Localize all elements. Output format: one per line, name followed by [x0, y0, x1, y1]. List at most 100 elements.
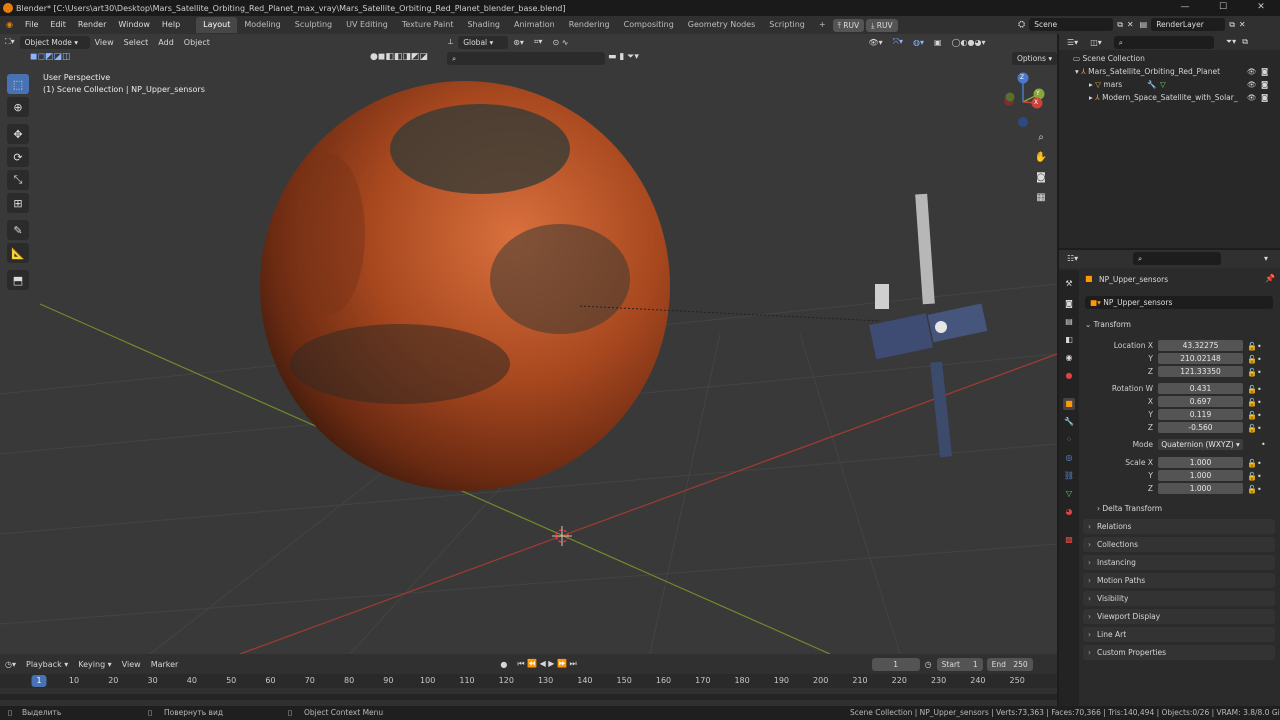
viewport-menu-add[interactable]: Add: [153, 38, 179, 47]
rotation-mode-dropdown[interactable]: Quaternion (WXYZ) ▾: [1158, 439, 1243, 450]
delete-layer-icon[interactable]: ✕: [1239, 20, 1246, 29]
rotation-y-field[interactable]: 0.119: [1158, 409, 1243, 420]
particles-tab-icon[interactable]: ⁘: [1063, 434, 1075, 446]
tab-layout[interactable]: Layout: [196, 17, 238, 33]
scale-lock-icons[interactable]: 🔓• 🔓• 🔓•: [1247, 457, 1262, 496]
timeline-menu-playback[interactable]: Playback ▾: [21, 660, 73, 669]
rotation-w-field[interactable]: 0.431: [1158, 383, 1243, 394]
rotate-tool[interactable]: ⟳: [7, 147, 29, 167]
options-dropdown[interactable]: Options ▾: [1012, 52, 1057, 65]
timeline-menu-view[interactable]: View: [117, 660, 146, 669]
annotate-tool[interactable]: ✎: [7, 220, 29, 240]
maximize-button[interactable]: ☐: [1204, 0, 1242, 16]
zoom-button[interactable]: ⌕: [1032, 128, 1050, 146]
blender-menu-icon[interactable]: ◉: [0, 16, 19, 34]
new-collection-icon[interactable]: ⧉: [1242, 37, 1248, 47]
camera-view-button[interactable]: ◙: [1032, 168, 1050, 186]
timeline-menu-marker[interactable]: Marker: [146, 660, 184, 669]
editor-type-icon[interactable]: ⛶▾: [0, 37, 20, 47]
outliner-row-mars[interactable]: ▸ ▽ mars 🔧 ▽ 👁 ◙: [1059, 78, 1280, 91]
panel-motion-paths[interactable]: Motion Paths: [1083, 573, 1275, 588]
tab-texture-paint[interactable]: Texture Paint: [395, 17, 461, 33]
physics-tab-icon[interactable]: ◎: [1063, 452, 1075, 464]
outliner-row-mars-satellite[interactable]: ▾ ⅄ Mars_Satellite_Orbiting_Red_Planet 👁…: [1059, 65, 1280, 78]
timeline-editor-icon[interactable]: ◷▾: [0, 660, 21, 669]
ruv-button-1[interactable]: ⤒ RUV: [832, 18, 865, 32]
3d-viewport[interactable]: Z Y X ⛶▾ Object Mode ▾ View Select Add O…: [0, 34, 1057, 654]
tab-modeling[interactable]: Modeling: [237, 17, 287, 33]
tab-shading[interactable]: Shading: [460, 17, 507, 33]
menu-file[interactable]: File: [19, 16, 44, 34]
material-tab-icon[interactable]: ◕: [1063, 506, 1075, 518]
panel-viewport-display[interactable]: Viewport Display: [1083, 609, 1275, 624]
display-mode-icon[interactable]: ◫▾: [1090, 38, 1102, 47]
object-name-field[interactable]: ■▾ NP_Upper_sensors: [1085, 296, 1273, 309]
outliner-row-satellite[interactable]: ▸ ⅄ Modern_Space_Satellite_with_Solar_ 👁…: [1059, 91, 1280, 104]
menu-window[interactable]: Window: [112, 16, 156, 34]
scale-tool[interactable]: ⤡: [7, 170, 29, 190]
panel-relations[interactable]: Relations: [1083, 519, 1275, 534]
render-tab-icon[interactable]: ◙: [1063, 298, 1075, 310]
rotation-x-field[interactable]: 0.697: [1158, 396, 1243, 407]
xray-icon[interactable]: ▣: [929, 38, 947, 47]
transform-tool[interactable]: ⊞: [7, 193, 29, 213]
location-z-field[interactable]: 121.33350: [1158, 366, 1243, 377]
delta-transform-subpanel[interactable]: › Delta Transform: [1097, 504, 1162, 513]
tab-animation[interactable]: Animation: [507, 17, 562, 33]
eye-icon[interactable]: 👁: [1247, 65, 1257, 78]
scale-y-field[interactable]: 1.000: [1158, 470, 1243, 481]
camera-restrict-icon[interactable]: ◙: [1261, 78, 1268, 91]
outliner-row-scene-collection[interactable]: ▭ Scene Collection: [1059, 52, 1280, 65]
properties-options-icon[interactable]: ▾: [1264, 254, 1268, 263]
object-mode-dropdown[interactable]: Object Mode ▾: [19, 35, 90, 49]
viewport-menu-select[interactable]: Select: [119, 38, 154, 47]
scale-x-field[interactable]: 1.000: [1158, 457, 1243, 468]
properties-editor-icon[interactable]: ☷▾: [1067, 254, 1078, 263]
tab-scripting[interactable]: Scripting: [762, 17, 812, 33]
overlay-toggle-icon[interactable]: ◍▾: [908, 38, 929, 47]
select-box-tool[interactable]: ⬚: [7, 74, 29, 94]
start-frame-field[interactable]: Start 1: [936, 657, 983, 671]
outliner-filter-icon[interactable]: ⏷▾: [1226, 37, 1236, 47]
camera-restrict-icon[interactable]: ◙: [1261, 91, 1268, 104]
new-layer-icon[interactable]: ⧉: [1229, 20, 1235, 30]
transform-panel-header[interactable]: ⌄ Transform: [1085, 320, 1131, 329]
transform-orientation-dropdown[interactable]: Global ▾: [458, 35, 509, 49]
current-frame-field[interactable]: 1: [871, 657, 920, 671]
viewport-menu-object[interactable]: Object: [179, 38, 215, 47]
minimize-button[interactable]: —: [1166, 0, 1204, 16]
gizmo-toggle-icon[interactable]: ⤧▾: [888, 37, 908, 47]
close-button[interactable]: ✕: [1242, 0, 1280, 16]
constraints-tab-icon[interactable]: ⛓: [1063, 470, 1075, 482]
data-tab-icon[interactable]: ▽: [1063, 488, 1075, 500]
tool-tab-icon[interactable]: ⚒: [1063, 278, 1075, 290]
world-tab-icon[interactable]: ●: [1063, 370, 1075, 382]
add-workspace-button[interactable]: +: [812, 17, 833, 33]
eye-icon[interactable]: 👁: [1247, 91, 1257, 104]
tab-compositing[interactable]: Compositing: [617, 17, 681, 33]
add-cube-tool[interactable]: ⬒: [7, 270, 29, 290]
properties-search-input[interactable]: ⌕: [1133, 252, 1221, 265]
delete-scene-icon[interactable]: ✕: [1127, 20, 1134, 29]
filter-funnel-icon[interactable]: ▬ ▮ ⏷▾: [608, 52, 639, 62]
viewport-search-input[interactable]: ⌕: [447, 52, 605, 65]
outliner-search-input[interactable]: ⌕: [1113, 35, 1214, 49]
rotation-z-field[interactable]: -0.560: [1158, 422, 1243, 433]
location-y-field[interactable]: 210.02148: [1158, 353, 1243, 364]
snap-icon[interactable]: ⌗▾: [529, 37, 548, 47]
ortho-toggle-button[interactable]: ▦: [1032, 188, 1050, 206]
rotation-lock-icons[interactable]: 🔓• 🔓• 🔓• 🔓•: [1247, 383, 1262, 435]
camera-restrict-icon[interactable]: ◙: [1261, 65, 1268, 78]
panel-line-art[interactable]: Line Art: [1083, 627, 1275, 642]
playback-controls[interactable]: ⏮ ⏪ ◀ ▶ ⏩ ⏭: [512, 659, 581, 669]
timeline-ruler[interactable]: 1 10 20 30 40 50 60 70 80 90 100 110 120 130 140 150 16…: [0, 674, 1057, 688]
modifier-tab-icon[interactable]: 🔧: [1063, 416, 1075, 428]
menu-edit[interactable]: Edit: [44, 16, 72, 34]
shading-modes-icon[interactable]: ◯◐●◕▾: [947, 38, 991, 47]
selection-mode-icons[interactable]: ◼◻◩◪◫: [30, 52, 70, 62]
playhead[interactable]: 1: [31, 675, 47, 687]
new-scene-icon[interactable]: ⧉: [1117, 20, 1123, 30]
scale-z-field[interactable]: 1.000: [1158, 483, 1243, 494]
scene-selector[interactable]: Scene: [1029, 18, 1114, 31]
menu-help[interactable]: Help: [156, 16, 186, 34]
